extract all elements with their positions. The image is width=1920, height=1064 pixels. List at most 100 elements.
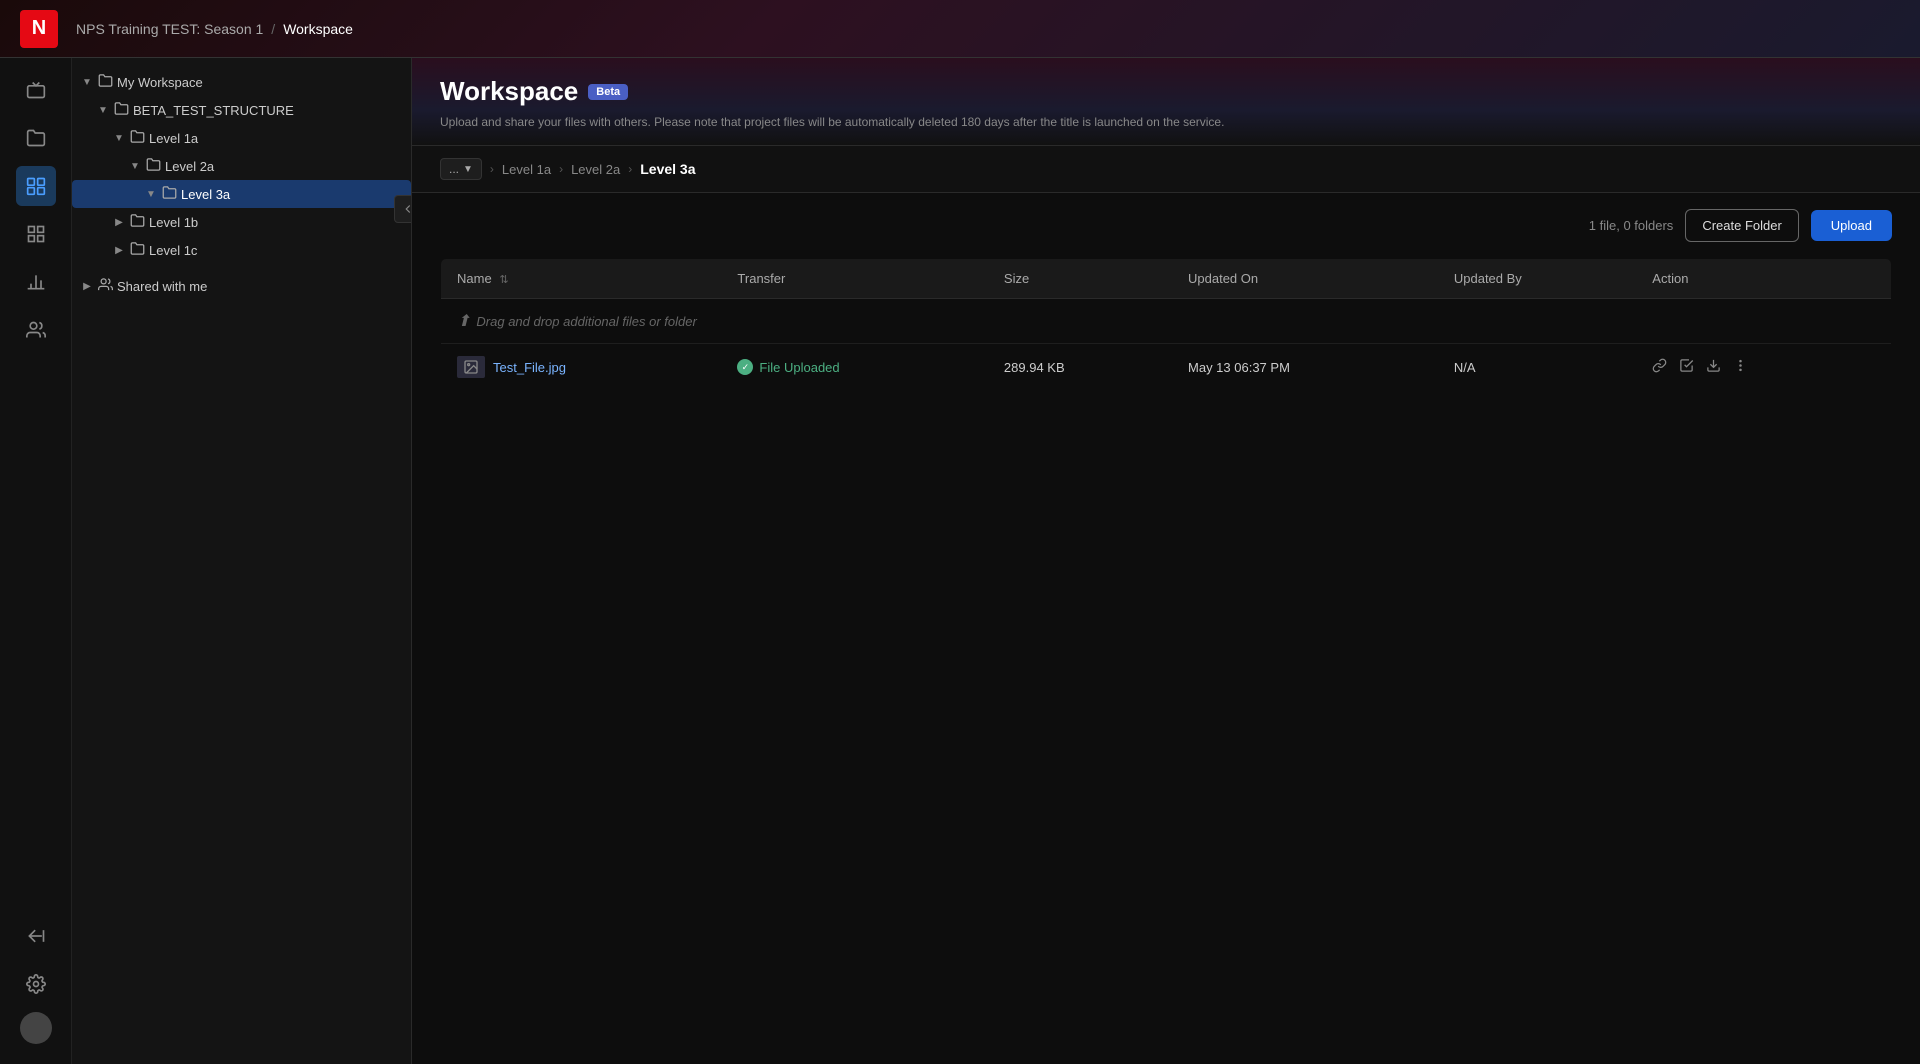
bc-level2a[interactable]: Level 2a [571,162,620,177]
file-size: 289.94 KB [1004,360,1065,375]
col-header-size: Size [988,259,1172,299]
page-title-row: Workspace Beta [440,76,1892,107]
updated-by-cell: N/A [1438,344,1636,391]
folder-icon-level1c [130,241,145,259]
caret-my-workspace: ▼ [80,75,94,89]
users-icon-shared [98,277,113,295]
ellipsis-chevron-icon: ▼ [463,164,473,175]
tree-label-my-workspace: My Workspace [117,75,203,90]
tree-item-my-workspace[interactable]: ▼ My Workspace [72,68,411,96]
toggle-sidebar-button[interactable] [394,195,412,223]
caret-level2a: ▼ [128,159,142,173]
tree-item-level2a[interactable]: ▼ Level 2a [72,152,411,180]
breadcrumb-ellipsis-button[interactable]: ... ▼ [440,158,482,180]
bc-arrow-1: › [490,162,494,176]
top-bar: N NPS Training TEST: Season 1 / Workspac… [0,0,1920,58]
col-header-updated-by: Updated By [1438,259,1636,299]
tree-item-level1a[interactable]: ▼ Level 1a [72,124,411,152]
tree-item-beta[interactable]: ▼ BETA_TEST_STRUCTURE [72,96,411,124]
tree-item-level3a[interactable]: ▼ Level 3a [72,180,411,208]
sort-icon-name: ⇅ [499,274,508,286]
file-area: 1 file, 0 folders Create Folder Upload N… [412,193,1920,1064]
page-title: Workspace [440,76,578,107]
folder-icon-level1b [130,213,145,231]
file-thumbnail [457,356,485,378]
upload-icon: ⬆ [457,311,470,331]
create-folder-button[interactable]: Create Folder [1685,209,1798,242]
drag-drop-cell[interactable]: ⬆ Drag and drop additional files or fold… [441,299,1892,344]
nav-workspace-icon[interactable] [16,166,56,206]
table-row: Test_File.jpg ✓ File Uploaded 289.94 KB [441,344,1892,391]
tree-label-level1b: Level 1b [149,215,198,230]
folder-icon-my-workspace [98,73,113,91]
content-area: Workspace Beta Upload and share your fil… [412,58,1920,1064]
folder-icon-level1a [130,129,145,147]
transfer-status: File Uploaded [759,360,839,375]
status-icon: ✓ [737,359,753,375]
col-header-updated-on: Updated On [1172,259,1438,299]
caret-beta: ▼ [96,103,110,117]
action-icons [1652,358,1875,377]
file-name[interactable]: Test_File.jpg [493,360,566,375]
bc-level2a-label: Level 2a [571,162,620,177]
settings-icon[interactable] [16,964,56,1004]
nav-tv-icon[interactable] [16,70,56,110]
link-action-icon[interactable] [1652,358,1667,377]
updated-on-cell: May 13 06:37 PM [1172,344,1438,391]
bc-level1a-label: Level 1a [502,162,551,177]
tree-label-beta: BETA_TEST_STRUCTURE [133,103,294,118]
tree-label-level1c: Level 1c [149,243,197,258]
action-cell [1636,344,1891,391]
nav-folder-icon[interactable] [16,118,56,158]
bc-arrow-2: › [559,162,563,176]
file-table: Name ⇅ Transfer Size Updated On [440,258,1892,391]
col-header-action: Action [1636,259,1891,299]
updated-on-value: May 13 06:37 PM [1188,360,1290,375]
upload-button[interactable]: Upload [1811,210,1892,241]
breadcrumb-nav: ... ▼ › Level 1a › Level 2a › Level 3a [412,146,1920,193]
page-header: Workspace Beta Upload and share your fil… [412,58,1920,146]
drag-drop-row: ⬆ Drag and drop additional files or fold… [441,299,1892,344]
size-cell: 289.94 KB [988,344,1172,391]
breadcrumb: NPS Training TEST: Season 1 / Workspace [76,21,353,37]
nav-collapse-icon[interactable] [16,916,56,956]
folder-icon-level2a [146,157,161,175]
drag-drop-text: Drag and drop additional files or folder [476,314,696,329]
more-action-icon[interactable] [1733,358,1748,377]
tree-label-level2a: Level 2a [165,159,214,174]
bc-level3a-label: Level 3a [640,161,695,177]
redirect-action-icon[interactable] [1679,358,1694,377]
bc-level1a[interactable]: Level 1a [502,162,551,177]
col-header-name[interactable]: Name ⇅ [441,259,722,299]
col-transfer-label: Transfer [737,271,785,286]
nav-grid-icon[interactable] [16,214,56,254]
download-action-icon[interactable] [1706,358,1721,377]
nav-chart-icon[interactable] [16,262,56,302]
file-toolbar: 1 file, 0 folders Create Folder Upload [440,209,1892,242]
breadcrumb-current: Workspace [283,21,353,37]
app-logo: N [20,10,58,48]
tree-label-shared: Shared with me [117,279,207,294]
file-name-cell: Test_File.jpg [441,344,722,391]
tree-item-level1c[interactable]: ▶ Level 1c [72,236,411,264]
transfer-cell: ✓ File Uploaded [721,344,988,391]
caret-level1a: ▼ [112,131,126,145]
tree-item-shared-with-me[interactable]: ▶ Shared with me [72,272,411,300]
bc-level3a: Level 3a [640,161,695,177]
nav-users-icon[interactable] [16,310,56,350]
avatar-icon[interactable] [20,1012,52,1044]
caret-level1c: ▶ [112,243,126,257]
beta-badge: Beta [588,84,628,100]
folder-icon-level3a [162,185,177,203]
tree-item-level1b[interactable]: ▶ Level 1b [72,208,411,236]
tree-sidebar: ▼ My Workspace ▼ BETA_TEST_STRUCTURE ▼ L… [72,58,412,1064]
col-header-transfer: Transfer [721,259,988,299]
tree-label-level1a: Level 1a [149,131,198,146]
caret-level3a: ▼ [144,187,158,201]
page-subtitle: Upload and share your files with others.… [440,115,1892,129]
tree-label-level3a: Level 3a [181,187,230,202]
updated-by-value: N/A [1454,360,1476,375]
table-header-row: Name ⇅ Transfer Size Updated On [441,259,1892,299]
file-count: 1 file, 0 folders [1589,218,1674,233]
breadcrumb-parent[interactable]: NPS Training TEST: Season 1 [76,21,263,37]
